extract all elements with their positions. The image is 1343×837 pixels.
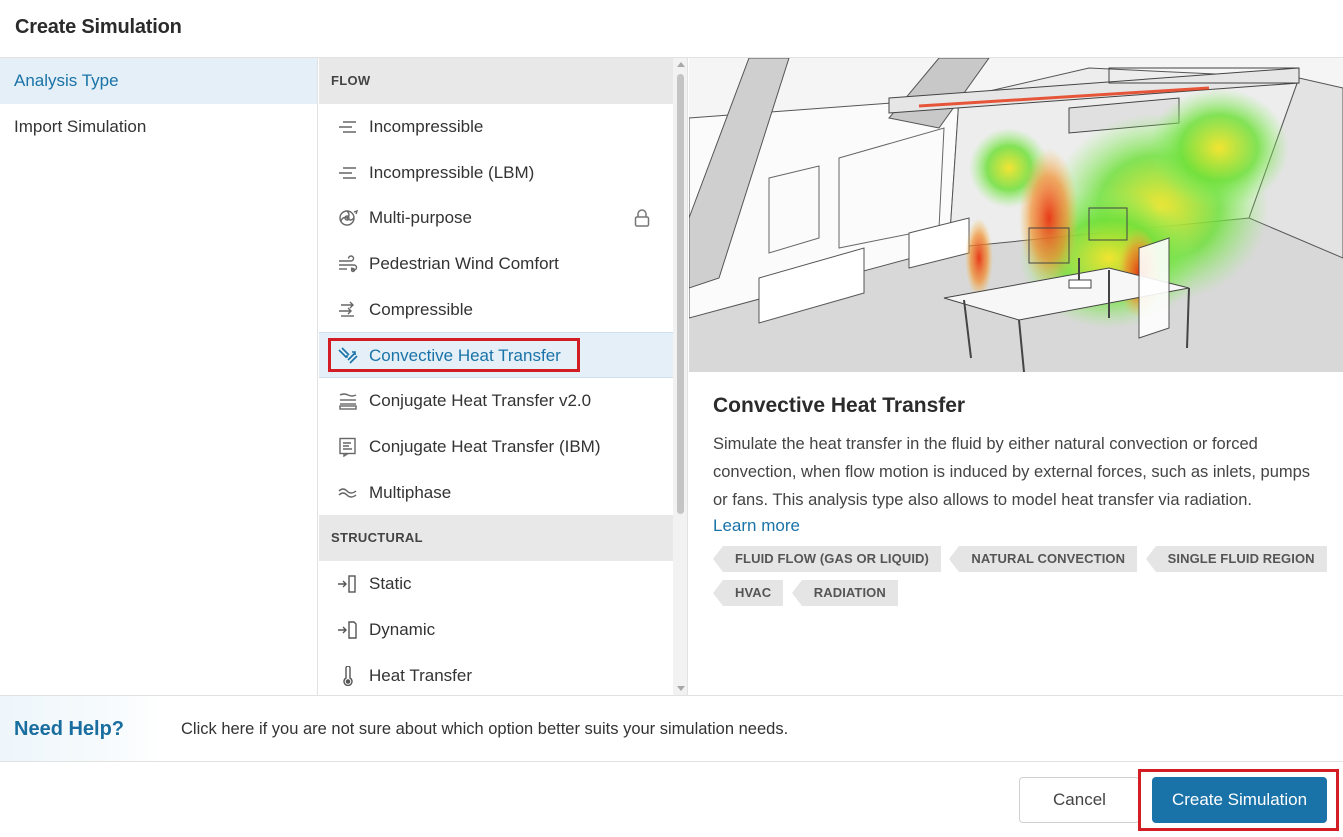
- analysis-item-label: Static: [369, 574, 412, 594]
- cancel-button[interactable]: Cancel: [1019, 777, 1140, 823]
- analysis-type-list: FLOW Incompressible Incompressible (LBM)…: [319, 58, 688, 695]
- help-link[interactable]: Click here if you are not sure about whi…: [181, 720, 788, 739]
- analysis-item-conjugate-heat-transfer-ibm[interactable]: Conjugate Heat Transfer (IBM): [319, 424, 673, 470]
- analysis-item-multiphase[interactable]: Multiphase: [319, 470, 673, 516]
- flow-lines-icon: [339, 166, 356, 179]
- detail-title: Convective Heat Transfer: [713, 394, 966, 417]
- category-header-structural: STRUCTURAL: [319, 515, 673, 562]
- tag: NATURAL CONVECTION: [949, 546, 1138, 572]
- help-title: Need Help?: [14, 718, 125, 740]
- analysis-item-static[interactable]: Static: [319, 561, 673, 607]
- analysis-item-heat-transfer[interactable]: Heat Transfer: [319, 653, 673, 695]
- analysis-item-incompressible-lbm[interactable]: Incompressible (LBM): [319, 150, 673, 196]
- convective-arrows-icon: [338, 347, 358, 365]
- wind-icon: [339, 255, 358, 273]
- tag: HVAC: [713, 580, 784, 606]
- analysis-item-pedestrian-wind-comfort[interactable]: Pedestrian Wind Comfort: [319, 241, 673, 287]
- waves-icon: [338, 487, 357, 498]
- analysis-item-label: Incompressible (LBM): [369, 162, 535, 182]
- fan-icon: [339, 210, 359, 227]
- analysis-item-convective-heat-transfer[interactable]: Convective Heat Transfer: [319, 332, 673, 379]
- analysis-item-label: Multi-purpose: [369, 208, 472, 228]
- dialog-title: Create Simulation: [15, 16, 182, 38]
- tag: FLUID FLOW (GAS OR LIQUID): [713, 546, 941, 572]
- analysis-item-conjugate-heat-transfer-v2[interactable]: Conjugate Heat Transfer v2.0: [319, 378, 673, 424]
- analysis-item-label: Heat Transfer: [369, 665, 472, 685]
- dialog-footer: Cancel Create Simulation: [0, 762, 1343, 837]
- analysis-item-label: Compressible: [369, 299, 473, 319]
- analysis-item-label: Pedestrian Wind Comfort: [369, 254, 559, 274]
- layers-icon: [339, 393, 357, 410]
- category-header-flow: FLOW: [319, 58, 673, 104]
- office-simulation-illustration: [689, 58, 1343, 372]
- analysis-item-label: Dynamic: [369, 619, 436, 639]
- left-nav: Analysis Type Import Simulation: [0, 58, 318, 695]
- compressible-arrows-icon: [339, 301, 354, 317]
- analysis-preview-image: [689, 58, 1343, 372]
- analysis-item-label: Incompressible: [369, 117, 484, 136]
- analysis-type-scroll-content: FLOW Incompressible Incompressible (LBM)…: [319, 58, 673, 695]
- tag: SINGLE FLUID REGION: [1145, 546, 1327, 572]
- tag: RADIATION: [791, 580, 898, 606]
- lock-icon: [634, 209, 650, 228]
- tag-list: FLUID FLOW (GAS OR LIQUID) NATURAL CONVE…: [713, 546, 1333, 614]
- analysis-item-label: Conjugate Heat Transfer (IBM): [369, 436, 601, 456]
- flow-lines-icon: [339, 121, 356, 133]
- analysis-item-incompressible[interactable]: Incompressible: [319, 104, 673, 150]
- learn-more-link[interactable]: Learn more: [713, 516, 800, 536]
- left-nav-import-simulation[interactable]: Import Simulation: [0, 104, 317, 150]
- analysis-item-label: Conjugate Heat Transfer v2.0: [369, 391, 592, 411]
- analysis-detail: Convective Heat Transfer Simulate the he…: [713, 394, 1327, 614]
- analysis-detail-panel: Convective Heat Transfer Simulate the he…: [689, 58, 1343, 695]
- analysis-item-compressible[interactable]: Compressible: [319, 287, 673, 333]
- dialog-header: Create Simulation: [0, 0, 1343, 58]
- help-label-panel: Need Help?: [0, 696, 163, 761]
- thermometer-icon: [343, 665, 353, 686]
- scroll-up-arrow-icon[interactable]: [677, 62, 685, 67]
- create-simulation-button[interactable]: Create Simulation: [1152, 777, 1327, 823]
- left-nav-analysis-type[interactable]: Analysis Type: [0, 58, 317, 104]
- detail-description: Simulate the heat transfer in the fluid …: [713, 435, 1311, 509]
- help-bar: Need Help? Click here if you are not sur…: [0, 695, 1343, 762]
- analysis-item-label: Multiphase: [369, 482, 452, 502]
- analysis-list-scrollbar[interactable]: [673, 58, 687, 695]
- scroll-down-arrow-icon[interactable]: [677, 686, 685, 691]
- static-load-icon: [338, 575, 356, 593]
- analysis-item-label: Convective Heat Transfer: [369, 346, 561, 366]
- scrollbar-thumb[interactable]: [677, 74, 684, 514]
- analysis-item-dynamic[interactable]: Dynamic: [319, 607, 673, 653]
- analysis-item-multi-purpose[interactable]: Multi-purpose: [319, 195, 673, 241]
- dynamic-load-icon: [338, 621, 357, 639]
- document-icon: [339, 437, 356, 457]
